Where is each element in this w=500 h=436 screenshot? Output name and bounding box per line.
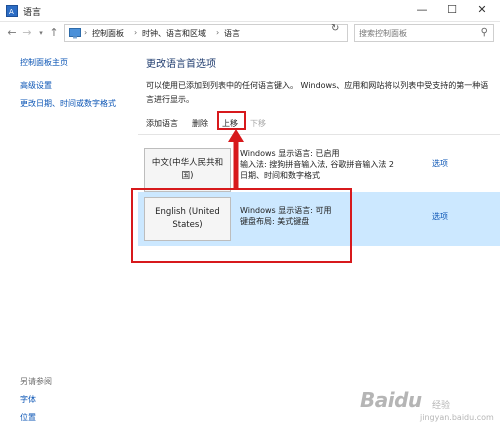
language-options-link[interactable]: 选项 xyxy=(432,211,448,222)
annotation-arrow-icon xyxy=(228,129,244,190)
forward-arrow-icon[interactable]: → xyxy=(20,25,34,41)
close-button[interactable]: ✕ xyxy=(468,0,496,22)
sidebar-item-advanced-settings[interactable]: 高级设置 xyxy=(20,80,52,91)
watermark: Baidu 经验 jingyan.baidu.com xyxy=(360,388,495,428)
breadcrumb-control-panel[interactable]: 控制面板 xyxy=(92,28,124,39)
back-arrow-icon[interactable]: ← xyxy=(5,25,19,41)
language-icon: A xyxy=(6,5,18,17)
page-description: 可以使用已添加到列表中的任何语言键入。 Windows、应用和网站将以列表中受支… xyxy=(146,81,489,104)
breadcrumb-clock-language-region[interactable]: 时钟、语言和区域 xyxy=(142,28,206,39)
page-title: 更改语言首选项 xyxy=(146,59,216,70)
language-info: Windows 显示语言: 已启用 输入法: 搜狗拼音输入法, 谷歌拼音输入法 … xyxy=(240,148,440,181)
breadcrumb-separator-icon: › xyxy=(216,28,220,37)
left-pane: 控制面板主页 高级设置 更改日期、时间或数字格式 另请参阅 字体 位置 xyxy=(0,46,138,436)
refresh-icon[interactable]: ↻ xyxy=(331,23,339,34)
watermark-url: jingyan.baidu.com xyxy=(420,413,494,422)
search-icon[interactable]: ⚲ xyxy=(481,27,488,38)
recent-locations-chevron-icon[interactable]: ▾ xyxy=(34,25,48,41)
breadcrumb-language[interactable]: 语言 xyxy=(224,28,240,39)
language-tile[interactable]: 中文(中华人民共和国) xyxy=(144,148,231,192)
toolbar-divider xyxy=(138,134,500,135)
breadcrumb-separator-icon: › xyxy=(134,28,138,37)
language-info-line: Windows 显示语言: 已启用 xyxy=(240,149,340,158)
address-bar[interactable]: › 控制面板 › 时钟、语言和区域 › 语言 ⌄ xyxy=(64,24,389,42)
window-title: 语言 xyxy=(23,8,42,18)
language-options-link[interactable]: 选项 xyxy=(432,158,448,169)
english-row-highlight xyxy=(131,188,352,263)
up-arrow-icon[interactable]: ↑ xyxy=(47,25,61,41)
minimize-button[interactable]: — xyxy=(408,0,436,22)
see-also-heading: 另请参阅 xyxy=(20,377,52,386)
sidebar-item-change-date-time-format[interactable]: 更改日期、时间或数字格式 xyxy=(20,98,116,109)
remove-button[interactable]: 删除 xyxy=(192,118,208,129)
maximize-button[interactable]: ☐ xyxy=(438,0,466,22)
language-info-line: 输入法: 搜狗拼音输入法, 谷歌拼音输入法 2 xyxy=(240,160,394,169)
sidebar-item-location[interactable]: 位置 xyxy=(20,412,36,423)
sidebar-item-control-panel-home[interactable]: 控制面板主页 xyxy=(20,57,68,68)
add-language-button[interactable]: 添加语言 xyxy=(146,118,178,129)
move-down-button[interactable]: 下移 xyxy=(250,118,266,129)
watermark-logo: Baidu xyxy=(360,388,422,412)
svg-text:A: A xyxy=(9,8,14,16)
sidebar-item-fonts[interactable]: 字体 xyxy=(20,394,36,405)
search-input[interactable] xyxy=(359,27,469,39)
breadcrumb-separator-icon: › xyxy=(84,28,88,37)
search-box[interactable]: ⚲ xyxy=(354,24,494,42)
watermark-subtitle: 经验 xyxy=(432,401,451,411)
control-panel-icon xyxy=(69,28,81,39)
language-info-line: 日期、时间和数字格式 xyxy=(240,171,320,180)
title-bar: A 语言 — ☐ ✕ xyxy=(0,0,500,22)
navigation-bar: ← → ▾ ↑ › 控制面板 › 时钟、语言和区域 › 语言 ⌄ ↻ ⚲ xyxy=(0,22,500,44)
